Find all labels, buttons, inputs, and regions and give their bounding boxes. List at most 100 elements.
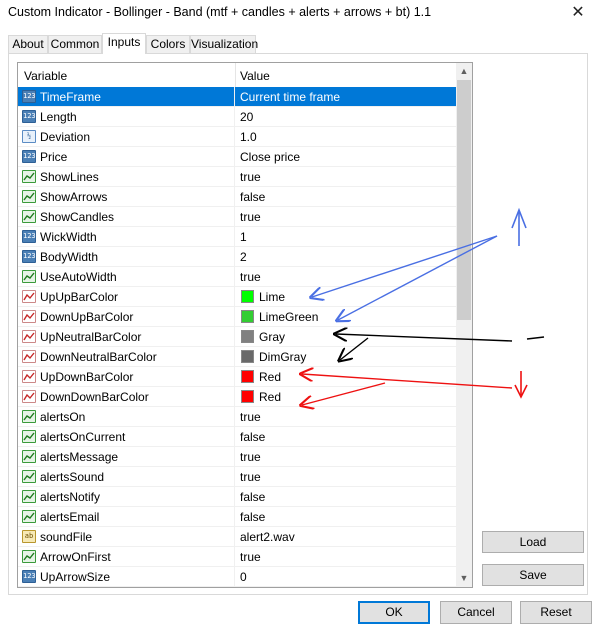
variable-cell[interactable]: alertsNotify xyxy=(18,487,235,506)
variable-cell[interactable]: alertsMessage xyxy=(18,447,235,466)
variable-name: soundFile xyxy=(40,530,93,544)
value-cell[interactable]: true xyxy=(235,547,456,566)
grid-row-downdownbarcolor[interactable]: DownDownBarColor Red xyxy=(18,387,456,407)
variable-cell[interactable]: ShowArrows xyxy=(18,187,235,206)
value-cell[interactable]: Lime xyxy=(235,287,456,306)
grid-row-showlines[interactable]: ShowLines true xyxy=(18,167,456,187)
value-cell[interactable]: true xyxy=(235,447,456,466)
variable-cell[interactable]: UpDownBarColor xyxy=(18,367,235,386)
variable-cell[interactable]: alertsSound xyxy=(18,467,235,486)
variable-cell[interactable]: 123 Length xyxy=(18,107,235,126)
grid-row-price[interactable]: 123 Price Close price xyxy=(18,147,456,167)
tab-about[interactable]: About xyxy=(8,35,48,53)
column-divider[interactable] xyxy=(235,63,236,87)
grid-row-alertsnotify[interactable]: alertsNotify false xyxy=(18,487,456,507)
grid-row-timeframe[interactable]: 123 TimeFrame Current time frame xyxy=(18,87,456,107)
grid-row-uparrowsize[interactable]: 123 UpArrowSize 0 xyxy=(18,567,456,587)
value-cell[interactable]: 20 xyxy=(235,107,456,126)
value-cell[interactable]: LimeGreen xyxy=(235,307,456,326)
tab-colors[interactable]: Colors xyxy=(146,35,190,53)
value-cell[interactable]: Current time frame xyxy=(235,87,456,106)
value-cell[interactable]: true xyxy=(235,167,456,186)
grid-row-downneutralbarcolor[interactable]: DownNeutralBarColor DimGray xyxy=(18,347,456,367)
tab-inputs[interactable]: Inputs xyxy=(102,33,146,54)
value-cell[interactable]: true xyxy=(235,207,456,226)
variable-cell[interactable]: 123 UpArrowSize xyxy=(18,567,235,586)
value-cell[interactable]: Red xyxy=(235,387,456,406)
grid-row-updownbarcolor[interactable]: UpDownBarColor Red xyxy=(18,367,456,387)
grid-row-showarrows[interactable]: ShowArrows false xyxy=(18,187,456,207)
value-cell[interactable]: false xyxy=(235,507,456,526)
grid-row-alertsemail[interactable]: alertsEmail false xyxy=(18,507,456,527)
value-cell[interactable]: true xyxy=(235,267,456,286)
value-cell[interactable]: Gray xyxy=(235,327,456,346)
reset-button[interactable]: Reset xyxy=(520,601,592,624)
variable-name: alertsNotify xyxy=(40,490,101,504)
grid-row-deviation[interactable]: ½ Deviation 1.0 xyxy=(18,127,456,147)
grid-row-wickwidth[interactable]: 123 WickWidth 1 xyxy=(18,227,456,247)
grid-row-alertsoncurrent[interactable]: alertsOnCurrent false xyxy=(18,427,456,447)
column-header-value[interactable]: Value xyxy=(240,69,270,83)
variable-cell[interactable]: DownNeutralBarColor xyxy=(18,347,235,366)
variable-cell[interactable]: ShowLines xyxy=(18,167,235,186)
variable-cell[interactable]: UpNeutralBarColor xyxy=(18,327,235,346)
variable-value: LimeGreen xyxy=(259,310,319,324)
value-cell[interactable]: false xyxy=(235,487,456,506)
grid-row-alertsmessage[interactable]: alertsMessage true xyxy=(18,447,456,467)
scroll-up-arrow-icon[interactable]: ▲ xyxy=(456,63,472,80)
variable-cell[interactable]: alertsEmail xyxy=(18,507,235,526)
grid-row-arrowonfirst[interactable]: ArrowOnFirst true xyxy=(18,547,456,567)
value-cell[interactable]: true xyxy=(235,407,456,426)
value-cell[interactable]: 1 xyxy=(235,227,456,246)
save-button[interactable]: Save xyxy=(482,564,584,586)
color-icon xyxy=(22,290,36,303)
grid-row-upupbarcolor[interactable]: UpUpBarColor Lime xyxy=(18,287,456,307)
grid-row-length[interactable]: 123 Length 20 xyxy=(18,107,456,127)
grid-row-downupbarcolor[interactable]: DownUpBarColor LimeGreen xyxy=(18,307,456,327)
value-cell[interactable]: 0 xyxy=(235,567,456,586)
variable-value: 20 xyxy=(240,110,254,124)
variable-cell[interactable]: 123 Price xyxy=(18,147,235,166)
grid-row-alertson[interactable]: alertsOn true xyxy=(18,407,456,427)
variable-cell[interactable]: 123 BodyWidth xyxy=(18,247,235,266)
variable-cell[interactable]: UpUpBarColor xyxy=(18,287,235,306)
value-cell[interactable]: Close price xyxy=(235,147,456,166)
value-cell[interactable]: DimGray xyxy=(235,347,456,366)
scroll-down-arrow-icon[interactable]: ▼ xyxy=(456,570,472,587)
variable-cell[interactable]: ab soundFile xyxy=(18,527,235,546)
grid-row-soundfile[interactable]: ab soundFile alert2.wav xyxy=(18,527,456,547)
close-icon[interactable]: ✕ xyxy=(566,3,590,23)
value-cell[interactable]: alert2.wav xyxy=(235,527,456,546)
variable-cell[interactable]: DownUpBarColor xyxy=(18,307,235,326)
variable-cell[interactable]: ½ Deviation xyxy=(18,127,235,146)
variable-name: BodyWidth xyxy=(40,250,99,264)
value-cell[interactable]: true xyxy=(235,467,456,486)
load-button[interactable]: Load xyxy=(482,531,584,553)
grid-row-bodywidth[interactable]: 123 BodyWidth 2 xyxy=(18,247,456,267)
variable-cell[interactable]: UseAutoWidth xyxy=(18,267,235,286)
ok-button[interactable]: OK xyxy=(358,601,430,624)
grid-row-upneutralbarcolor[interactable]: UpNeutralBarColor Gray xyxy=(18,327,456,347)
grid-row-useautowidth[interactable]: UseAutoWidth true xyxy=(18,267,456,287)
variable-cell[interactable]: ShowCandles xyxy=(18,207,235,226)
variable-cell[interactable]: alertsOn xyxy=(18,407,235,426)
variable-cell[interactable]: alertsOnCurrent xyxy=(18,427,235,446)
tab-visualization[interactable]: Visualization xyxy=(190,35,258,53)
tab-common[interactable]: Common xyxy=(48,35,102,53)
variable-cell[interactable]: 123 TimeFrame xyxy=(18,87,235,106)
value-cell[interactable]: 2 xyxy=(235,247,456,266)
value-cell[interactable]: false xyxy=(235,427,456,446)
variable-cell[interactable]: ArrowOnFirst xyxy=(18,547,235,566)
variable-cell[interactable]: DownDownBarColor xyxy=(18,387,235,406)
scrollbar-thumb[interactable] xyxy=(457,80,471,320)
value-cell[interactable]: 1.0 xyxy=(235,127,456,146)
cancel-button[interactable]: Cancel xyxy=(440,601,512,624)
vertical-scrollbar[interactable]: ▲ ▼ xyxy=(456,63,472,587)
value-cell[interactable]: Red xyxy=(235,367,456,386)
value-cell[interactable]: false xyxy=(235,187,456,206)
variable-name: WickWidth xyxy=(40,230,97,244)
column-header-variable[interactable]: Variable xyxy=(24,69,67,83)
grid-row-alertssound[interactable]: alertsSound true xyxy=(18,467,456,487)
variable-cell[interactable]: 123 WickWidth xyxy=(18,227,235,246)
grid-row-showcandles[interactable]: ShowCandles true xyxy=(18,207,456,227)
